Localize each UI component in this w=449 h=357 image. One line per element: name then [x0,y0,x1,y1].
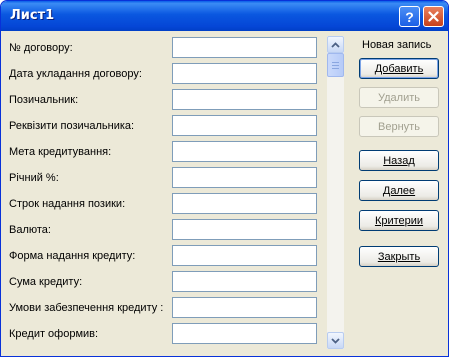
back-button[interactable]: Назад [359,150,439,171]
label-borrower-details: Реквізити позичальника: [9,120,135,132]
down-arrow-icon [331,337,340,344]
label-credit-form: Форма надання кредиту: [9,250,136,262]
label-credit-amount: Сума кредиту: [9,276,83,288]
next-button[interactable]: Далее [359,180,439,201]
form-body: № договору: Дата укладання договору: Поз… [4,31,445,354]
title-bar[interactable]: Лист1 ? [1,1,448,31]
loan-term-field[interactable] [172,193,317,214]
label-borrower: Позичальник: [9,94,79,106]
label-credit-purpose: Мета кредитування: [9,146,112,158]
annual-percent-field[interactable] [172,167,317,188]
borrower-details-field[interactable] [172,115,317,136]
label-currency: Валюта: [9,224,51,236]
currency-field[interactable] [172,219,317,240]
scroll-up-button[interactable] [327,36,344,53]
issued-by-field[interactable] [172,323,317,344]
borrower-field[interactable] [172,89,317,110]
window-title: Лист1 [10,8,55,23]
help-button[interactable]: ? [399,6,420,27]
credit-purpose-field[interactable] [172,141,317,162]
question-icon: ? [405,8,414,25]
label-issued-by: Кредит оформив: [9,328,99,340]
add-button[interactable]: Добавить [359,58,439,79]
label-contract-number: № договору: [9,42,73,54]
restore-button[interactable]: Вернуть [359,116,439,137]
record-scrollbar[interactable] [327,36,344,349]
credit-amount-field[interactable] [172,271,317,292]
scroll-down-button[interactable] [327,332,344,349]
close-window-button[interactable] [423,6,444,27]
label-annual-percent: Річний %: [9,172,59,184]
label-collateral-terms: Умови забезпечення кредиту : [9,302,164,314]
dialog-window: Лист1 ? № договору: Дата укладання догов… [0,0,449,357]
record-status-caption: Новая запись [362,39,432,51]
up-arrow-icon [331,41,340,48]
delete-button[interactable]: Удалить [359,87,439,108]
contract-number-field[interactable] [172,37,317,58]
contract-date-field[interactable] [172,63,317,84]
scroll-thumb[interactable] [327,53,344,77]
credit-form-field[interactable] [172,245,317,266]
close-icon [428,11,439,22]
close-button[interactable]: Закрыть [359,246,439,267]
label-loan-term: Строк надання позики: [9,198,126,210]
collateral-terms-field[interactable] [172,297,317,318]
criteria-button[interactable]: Критерии [359,210,439,231]
label-contract-date: Дата укладання договору: [9,68,142,80]
